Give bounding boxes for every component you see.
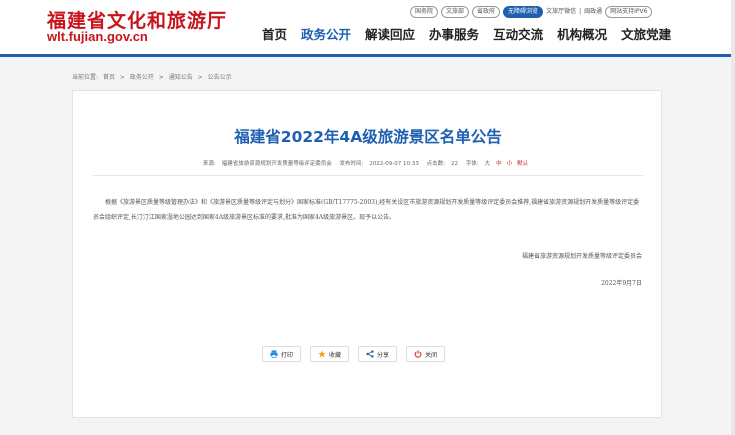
- print-label: 打印: [281, 351, 294, 359]
- breadcrumb-sep: >: [197, 74, 203, 81]
- favorite-button[interactable]: 收藏: [310, 346, 350, 362]
- print-icon: [270, 350, 278, 358]
- ipv6-badge: 网站支持IPV6: [605, 5, 653, 18]
- link-wechat[interactable]: 文旅厅微信: [546, 7, 576, 17]
- breadcrumb-sep: >: [119, 74, 125, 81]
- star-icon: [318, 350, 326, 358]
- font-medium-link[interactable]: 中: [496, 161, 502, 167]
- nav-item-about[interactable]: 机构概况: [557, 26, 607, 44]
- share-button[interactable]: 分享: [358, 346, 398, 362]
- breadcrumb-notices[interactable]: 通知公告: [169, 74, 193, 81]
- header-divider: [0, 54, 735, 57]
- article-date: 2022年9月7日: [601, 280, 642, 287]
- font-size-label: 字体:: [465, 161, 479, 167]
- hits-value: 22: [450, 161, 458, 167]
- close-button[interactable]: 关闭: [406, 346, 446, 362]
- time-label: 发布时间:: [339, 161, 364, 167]
- article-signature: 福建省旅游资源规划开发质量等级评定委员会: [521, 253, 642, 260]
- breadcrumb-gov-affairs[interactable]: 政务公开: [130, 74, 154, 81]
- breadcrumb-home[interactable]: 首页: [103, 74, 115, 81]
- article-card: 福建省2022年4A级旅游景区名单公告 来源: 福建省旅游资源规划开发质量等级评定…: [72, 90, 662, 418]
- font-default-link[interactable]: 默认: [517, 161, 528, 167]
- hits-label: 点击数:: [426, 161, 445, 167]
- nav-item-gov-affairs[interactable]: 政务公开: [301, 26, 351, 44]
- nav-item-party[interactable]: 文旅党建: [621, 26, 671, 44]
- article-title: 福建省2022年4A级旅游景区名单公告: [234, 128, 502, 146]
- article-actions: 打印 收藏 分享 关闭: [262, 346, 446, 362]
- link-state-council[interactable]: 国务院: [410, 5, 439, 18]
- breadcrumb: 当前位置: 首页 > 政务公开 > 通知公告 > 公告公示: [72, 72, 235, 81]
- power-icon: [414, 350, 422, 358]
- nav-item-interpretation[interactable]: 解读回应: [365, 26, 415, 44]
- accessibility-button[interactable]: 无障碍浏览: [503, 5, 544, 18]
- nav-item-services[interactable]: 办事服务: [429, 26, 479, 44]
- favorite-label: 收藏: [329, 351, 342, 359]
- time-value: 2022-09-07 10:33: [369, 161, 419, 167]
- print-button[interactable]: 打印: [262, 346, 302, 362]
- nav-item-home[interactable]: 首页: [262, 26, 287, 44]
- share-icon: [366, 350, 374, 358]
- close-label: 关闭: [425, 351, 438, 359]
- source-value: 福建省旅游资源规划开发质量等级评定委员会: [221, 161, 332, 167]
- meta-divider: [93, 175, 643, 176]
- article-body: 根据《旅游景区质量等级管理办法》和《旅游景区质量等级评定与划分》国家标准(GB/…: [93, 199, 640, 221]
- breadcrumb-announcements[interactable]: 公告公示: [208, 74, 232, 81]
- font-small-link[interactable]: 小: [507, 161, 513, 167]
- site-header: 福建省文化和旅游厅 wlt.fujian.gov.cn 国务院 文旅部 省政府 …: [0, 0, 735, 54]
- breadcrumb-sep: >: [158, 74, 164, 81]
- share-label: 分享: [377, 351, 390, 359]
- main-nav: 首页 政务公开 解读回应 办事服务 互动交流 机构概况 文旅党建: [262, 26, 671, 44]
- nav-item-interaction[interactable]: 互动交流: [493, 26, 543, 44]
- link-culture-ministry[interactable]: 文旅部: [441, 5, 470, 18]
- toplinks-separator: |: [579, 7, 582, 15]
- link-provincial-gov[interactable]: 省政府: [472, 5, 501, 18]
- top-links: 国务院 文旅部 省政府 无障碍浏览 文旅厅微信 | 闽政通 网站支持IPV6: [410, 5, 653, 18]
- page-scrollbar[interactable]: [731, 0, 735, 435]
- source-label: 来源:: [202, 161, 216, 167]
- breadcrumb-label: 当前位置:: [72, 74, 99, 81]
- font-large-link[interactable]: 大: [485, 161, 491, 167]
- article-meta: 来源: 福建省旅游资源规划开发质量等级评定委员会 发布时间: 2022-09-07 …: [73, 159, 663, 167]
- site-domain: wlt.fujian.gov.cn: [47, 29, 148, 44]
- link-minzhengtong[interactable]: 闽政通: [584, 7, 602, 17]
